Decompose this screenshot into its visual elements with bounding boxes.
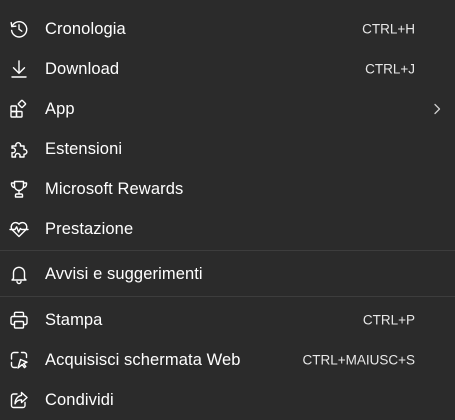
menu-item-extensions[interactable]: Estensioni — [0, 129, 455, 169]
menu-separator — [0, 250, 455, 251]
menu-item-history[interactable]: Cronologia CTRL+H — [0, 9, 455, 49]
menu-item-apps[interactable]: App — [0, 89, 455, 129]
chevron-right-icon — [434, 103, 441, 115]
menu-item-label: Download — [45, 59, 120, 78]
menu-item-label: Prestazione — [45, 219, 134, 238]
heart-pulse-icon — [8, 218, 30, 240]
puzzle-icon — [8, 138, 30, 160]
menu-item-alerts[interactable]: Avvisi e suggerimenti — [0, 254, 455, 294]
menu-item-label: Condividi — [45, 390, 114, 409]
menu-item-performance[interactable]: Prestazione — [0, 209, 455, 249]
menu-separator — [0, 296, 455, 297]
browser-settings-menu: Cronologia CTRL+H Download CTRL+J App Es… — [0, 0, 455, 420]
menu-item-label: Cronologia — [45, 19, 126, 38]
trophy-icon — [8, 178, 30, 200]
menu-item-label: Stampa — [45, 310, 103, 329]
menu-item-screenshot[interactable]: Acquisisci schermata Web CTRL+MAIUSC+S — [0, 340, 455, 380]
bell-icon — [8, 263, 30, 285]
screenshot-icon — [8, 349, 30, 371]
apps-icon — [8, 98, 30, 120]
printer-icon — [8, 309, 30, 331]
download-icon — [8, 58, 30, 80]
share-icon — [8, 389, 30, 411]
menu-item-label: App — [45, 99, 75, 118]
shortcut-label: CTRL+P — [362, 312, 415, 328]
menu-item-label: Estensioni — [45, 139, 123, 158]
menu-item-rewards[interactable]: Microsoft Rewards — [0, 169, 455, 209]
menu-item-label: Avvisi e suggerimenti — [45, 264, 203, 283]
menu-item-share[interactable]: Condividi — [0, 380, 455, 420]
shortcut-label: CTRL+MAIUSC+S — [302, 352, 415, 368]
menu-item-label: Microsoft Rewards — [45, 179, 184, 198]
history-icon — [8, 18, 30, 40]
shortcut-label: CTRL+J — [365, 61, 415, 77]
menu-item-print[interactable]: Stampa CTRL+P — [0, 300, 455, 340]
menu-item-downloads[interactable]: Download CTRL+J — [0, 49, 455, 89]
shortcut-label: CTRL+H — [362, 21, 415, 37]
